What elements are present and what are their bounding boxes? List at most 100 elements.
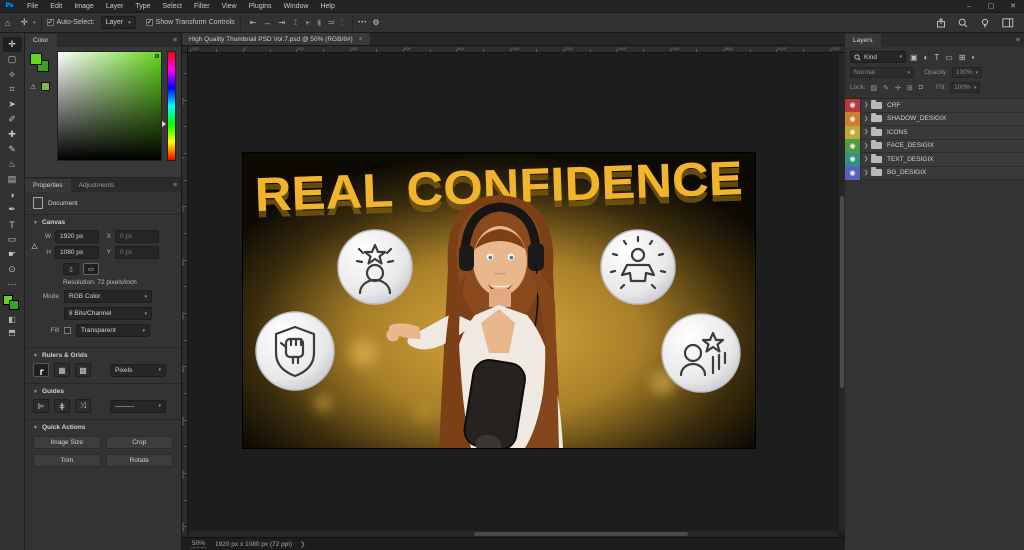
tab-color[interactable]: Color — [25, 34, 57, 47]
align-center-h-icon[interactable]: ↔ — [263, 18, 271, 27]
grid-icon[interactable]: ▦ — [54, 363, 70, 377]
layer-filter-dropdown[interactable]: Kind▾ — [850, 51, 906, 63]
stamp-tool-icon[interactable]: ♨ — [3, 157, 22, 172]
menu-select[interactable]: Select — [157, 0, 188, 13]
menu-type[interactable]: Type — [129, 0, 156, 13]
layer-expand-icon[interactable]: ❯ — [861, 170, 871, 176]
search-icon[interactable] — [958, 18, 968, 28]
move-tool-preset-icon[interactable]: ✛ — [20, 17, 28, 28]
bit-depth-dropdown[interactable]: 8 Bits/Channel▾ — [64, 307, 152, 320]
show-transform-checkbox[interactable] — [146, 19, 153, 26]
layer-visibility-eye-icon[interactable]: ◉ — [845, 126, 861, 140]
lasso-tool-icon[interactable]: ⟡ — [3, 67, 22, 82]
vertical-scrollbar-thumb[interactable] — [840, 196, 844, 387]
link-dimensions-icon[interactable]: 🜂 — [31, 237, 38, 254]
y-field[interactable]: 0 px — [115, 246, 159, 259]
layer-visibility-eye-icon[interactable]: ◉ — [845, 139, 861, 153]
eyedropper-tool-icon[interactable]: ✐ — [3, 112, 22, 127]
layer-visibility-eye-icon[interactable]: ◉ — [845, 166, 861, 180]
filter-type-layers-icon[interactable]: T — [934, 53, 939, 62]
more-options-icon[interactable]: ••• — [358, 20, 367, 26]
menu-filter[interactable]: Filter — [188, 0, 216, 13]
fill-checkbox[interactable] — [64, 327, 71, 334]
width-field[interactable]: 1920 px — [55, 230, 99, 243]
filter-pixel-layers-icon[interactable]: ▣ — [910, 53, 918, 62]
workspace-switcher-icon[interactable] — [1002, 18, 1014, 28]
crop-button[interactable]: Crop — [106, 436, 174, 449]
lock-image-icon[interactable]: ✎ — [883, 84, 889, 92]
layer-expand-icon[interactable]: ❯ — [861, 129, 871, 135]
lock-transparency-icon[interactable]: ▨ — [871, 84, 878, 92]
ruler-icon[interactable]: ┏ — [33, 363, 49, 377]
x-field[interactable]: 0 px — [115, 230, 159, 243]
document-tab-close-icon[interactable]: × — [359, 36, 363, 43]
layer-visibility-eye-icon[interactable]: ◉ — [845, 153, 861, 167]
layer-expand-icon[interactable]: ❯ — [861, 143, 871, 149]
saturation-brightness-field[interactable] — [57, 51, 162, 161]
canvas-document[interactable]: REAL CONFIDENCE REAL CONFIDENCE — [243, 153, 755, 448]
gear-icon[interactable]: ⚙ — [372, 18, 379, 27]
distribute-right-icon[interactable]: ⫤ — [328, 18, 334, 28]
layer-row[interactable]: ◉❯ICONS — [845, 126, 1024, 140]
share-icon[interactable] — [936, 18, 946, 28]
guide-style-dropdown[interactable]: ———▾ — [110, 400, 166, 413]
new-guide-icon[interactable]: ⊫ — [33, 399, 49, 413]
orientation-portrait-button[interactable]: ▯ — [63, 263, 79, 275]
auto-select-target-dropdown[interactable]: Layer▾ — [101, 16, 136, 29]
lock-all-icon[interactable]: ◘ — [919, 84, 923, 91]
more-tools-icon[interactable]: ⋯ — [3, 277, 22, 292]
crop-tool-icon[interactable]: ⌗ — [3, 82, 22, 97]
menu-plugins[interactable]: Plugins — [243, 0, 278, 13]
collapse-triangle-icon[interactable]: ▼ — [33, 220, 38, 226]
pen-tool-icon[interactable]: ✒ — [3, 202, 22, 217]
status-chevron-icon[interactable]: ❯ — [300, 540, 305, 548]
layer-row[interactable]: ◉❯FACE_DESIGIX — [845, 140, 1024, 154]
background-color-swatch[interactable] — [9, 300, 19, 310]
lock-artboard-icon[interactable]: ⊞ — [907, 84, 913, 92]
zoom-tool-icon[interactable]: ⊙ — [3, 262, 22, 277]
filter-shape-layers-icon[interactable]: ▭ — [945, 53, 953, 62]
layer-row[interactable]: ◉❯TEXT_DESIGIX — [845, 153, 1024, 167]
fill-field[interactable]: 100%▾ — [950, 82, 980, 93]
menu-view[interactable]: View — [216, 0, 243, 13]
menu-help[interactable]: Help — [314, 0, 340, 13]
close-button[interactable]: ✕ — [1002, 0, 1024, 13]
horizontal-ruler[interactable]: -200020040060080010001200140016001800200… — [188, 46, 845, 53]
hue-slider-handle[interactable] — [162, 121, 166, 127]
minimize-button[interactable]: – — [958, 0, 980, 13]
layer-expand-icon[interactable]: ❯ — [861, 116, 871, 122]
dodge-tool-icon[interactable]: ◑ — [3, 187, 22, 202]
layer-expand-icon[interactable]: ❯ — [861, 156, 871, 162]
rotate-button[interactable]: Rotate — [106, 454, 174, 467]
menu-layer[interactable]: Layer — [100, 0, 130, 13]
horizontal-scrollbar-thumb[interactable] — [474, 532, 688, 536]
foreground-color-swatch[interactable] — [30, 53, 42, 65]
brush-tool-icon[interactable]: ✎ — [3, 142, 22, 157]
clear-guides-icon[interactable]: ⤨ — [75, 399, 91, 413]
blend-mode-dropdown[interactable]: Normal▾ — [850, 67, 914, 78]
auto-select-checkbox[interactable] — [47, 19, 54, 26]
filter-adjustment-layers-icon[interactable]: ◐ — [924, 53, 929, 62]
align-left-icon[interactable]: ⇤ — [250, 18, 257, 27]
menu-edit[interactable]: Edit — [44, 0, 68, 13]
opacity-field[interactable]: 100%▾ — [952, 67, 982, 78]
distribute-left-icon[interactable]: ⫦ — [306, 18, 311, 28]
layers-panel-menu-icon[interactable]: ≡ — [1016, 37, 1020, 44]
hue-slider[interactable] — [167, 51, 176, 161]
document-tab[interactable]: High Quality Thumbnail PSD Vol.7.psd @ 5… — [182, 33, 370, 45]
quick-mask-icon[interactable]: ◧ — [8, 315, 16, 324]
menu-window[interactable]: Window — [278, 0, 315, 13]
menu-file[interactable]: File — [21, 0, 44, 13]
layer-row[interactable]: ◉❯CRF — [845, 99, 1024, 113]
trim-button[interactable]: Trim — [33, 454, 101, 467]
color-panel-menu-icon[interactable]: ≡ — [173, 37, 177, 44]
canvas-viewport[interactable]: REAL CONFIDENCE REAL CONFIDENCE — [188, 53, 845, 537]
properties-panel-menu-icon[interactable]: ≡ — [173, 182, 177, 189]
maximize-button[interactable]: ▢ — [980, 0, 1002, 13]
layer-row[interactable]: ◉❯SHADOW_DESIGIX — [845, 113, 1024, 127]
ruler-units-dropdown[interactable]: Pixels▾ — [110, 364, 166, 377]
gamut-swatch[interactable] — [41, 82, 50, 91]
tab-adjustments[interactable]: Adjustments — [71, 179, 123, 192]
shape-tool-icon[interactable]: ▭ — [3, 232, 22, 247]
layer-visibility-eye-icon[interactable]: ◉ — [845, 99, 861, 113]
